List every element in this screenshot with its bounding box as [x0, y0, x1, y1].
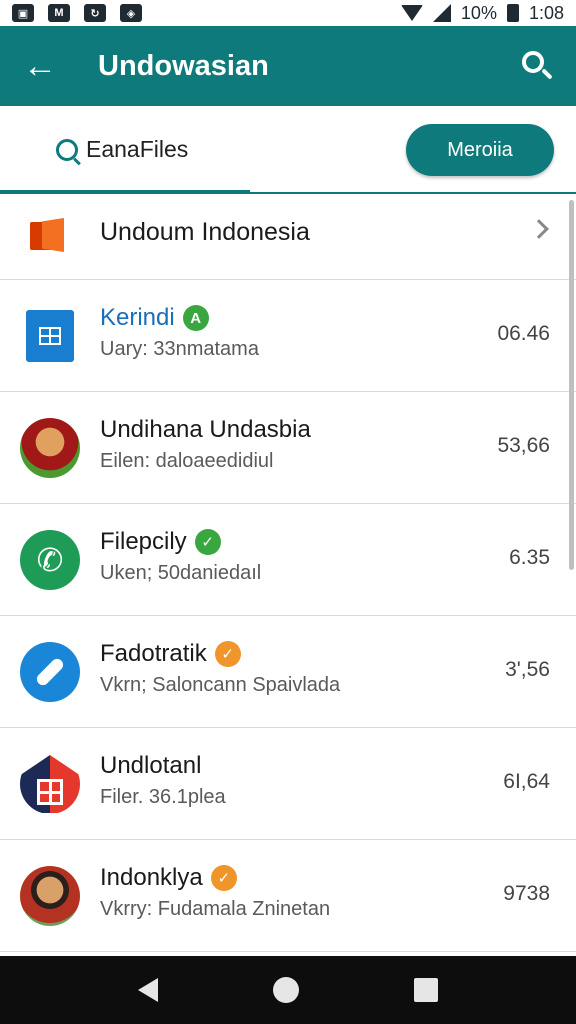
chevron-right-icon	[529, 219, 549, 239]
list-item-title: Undihana Undasbia	[100, 416, 311, 444]
list-item-title-text: Undlotanl	[100, 752, 202, 779]
list-item-value: 9738	[503, 882, 550, 905]
list-item-title-text: Undihana Undasbia	[100, 416, 311, 443]
list-item-title-text: Fadotratik	[100, 640, 207, 667]
list-item-value: 53,66	[497, 434, 550, 457]
signal-icon	[432, 4, 451, 22]
verified-badge-icon: ✓	[194, 529, 221, 555]
list-item-subtitle: Eilen: daloaeedidiul	[100, 450, 274, 472]
list-item-subtitle: Vkrry: Fudamala Zninetan	[100, 898, 331, 920]
list-item-subtitle: Uary: 33nmatama	[100, 338, 259, 360]
sync-icon: ↻	[84, 4, 106, 22]
system-icons: 10% 1:08	[400, 2, 564, 24]
list-item-title: Fadotratik ✓	[100, 640, 241, 668]
avatar	[20, 418, 80, 478]
verified-badge-icon: ✓	[210, 865, 237, 891]
sheet-icon	[20, 306, 80, 366]
list-item[interactable]: Kerindi A Uary: 33nmatama 06.46	[0, 280, 576, 392]
phone-icon: ✆	[20, 530, 80, 590]
verified-badge-icon: A	[182, 305, 209, 331]
list-item-value: 3',56	[505, 658, 550, 681]
list-item-title: Undlotanl	[100, 752, 201, 780]
list-item-title: Indonklya ✓	[100, 864, 237, 892]
header-row-label: Undoum Indonesia	[100, 218, 310, 246]
nav-home-icon[interactable]	[272, 977, 299, 1003]
tab-bar: EanaFiles Meroiia	[0, 106, 576, 194]
list-item-subtitle: Filer. 36.1plea	[100, 786, 226, 808]
media-button[interactable]: Meroiia	[406, 124, 554, 176]
status-bar: ▣ M ↻ ◈ 10% 1:08	[0, 0, 576, 26]
list-item-value: 6I,64	[503, 770, 550, 793]
wifi-icon	[400, 5, 423, 21]
list-item-title: Filepcily ✓	[100, 528, 221, 556]
list-item[interactable]: Indonklya ✓ Vkrry: Fudamala Zninetan 973…	[0, 840, 576, 952]
verified-badge-icon: ✓	[214, 641, 241, 667]
scrollbar[interactable]	[569, 200, 574, 570]
file-list: Kerindi A Uary: 33nmatama 06.46 Undihana…	[0, 280, 576, 952]
search-icon	[56, 138, 78, 161]
list-item-title-text: Kerindi	[100, 304, 175, 331]
shield-icon: ◈	[120, 4, 142, 22]
list-item-subtitle: Vkrn; Saloncann Spaivlada	[100, 674, 341, 696]
office-icon	[30, 218, 66, 254]
search-icon[interactable]	[516, 46, 556, 86]
list-item-value: 06.46	[497, 322, 550, 345]
list-item-title-text: Filepcily	[100, 528, 187, 555]
battery-percent: 10%	[460, 2, 497, 23]
list-item[interactable]: ✆ Filepcily ✓ Uken; 50daniedaıl 6.35	[0, 504, 576, 616]
mail-icon: M	[48, 4, 70, 22]
tab-files[interactable]: EanaFiles	[56, 136, 188, 163]
list-item[interactable]: Undlotanl Filer. 36.1plea 6I,64	[0, 728, 576, 840]
page-title: Undowasian	[98, 49, 269, 82]
back-arrow-icon[interactable]: ←	[20, 46, 60, 86]
list-item-title: Kerindi A	[100, 304, 209, 332]
avatar	[20, 866, 80, 926]
list-item-value: 6.35	[509, 546, 550, 569]
nav-back-icon[interactable]	[137, 978, 158, 1002]
house-icon	[20, 754, 80, 814]
list-item-title-text: Indonklya	[100, 864, 203, 891]
battery-icon	[506, 4, 519, 22]
app-bar: ← Undowasian	[0, 26, 576, 106]
notification-icons: ▣ M ↻ ◈	[12, 4, 142, 22]
list-item[interactable]: Fadotratik ✓ Vkrn; Saloncann Spaivlada 3…	[0, 616, 576, 728]
clock: 1:08	[528, 2, 564, 23]
nav-recents-icon[interactable]	[414, 978, 439, 1002]
list-item-subtitle: Uken; 50daniedaıl	[100, 562, 262, 584]
list-item[interactable]: Undihana Undasbia Eilen: daloaeedidiul 5…	[0, 392, 576, 504]
image-icon: ▣	[12, 4, 34, 22]
tab-files-label: EanaFiles	[86, 136, 189, 162]
system-nav-bar	[0, 956, 576, 1024]
compass-icon	[20, 642, 80, 702]
header-row[interactable]: Undoum Indonesia	[0, 194, 576, 280]
